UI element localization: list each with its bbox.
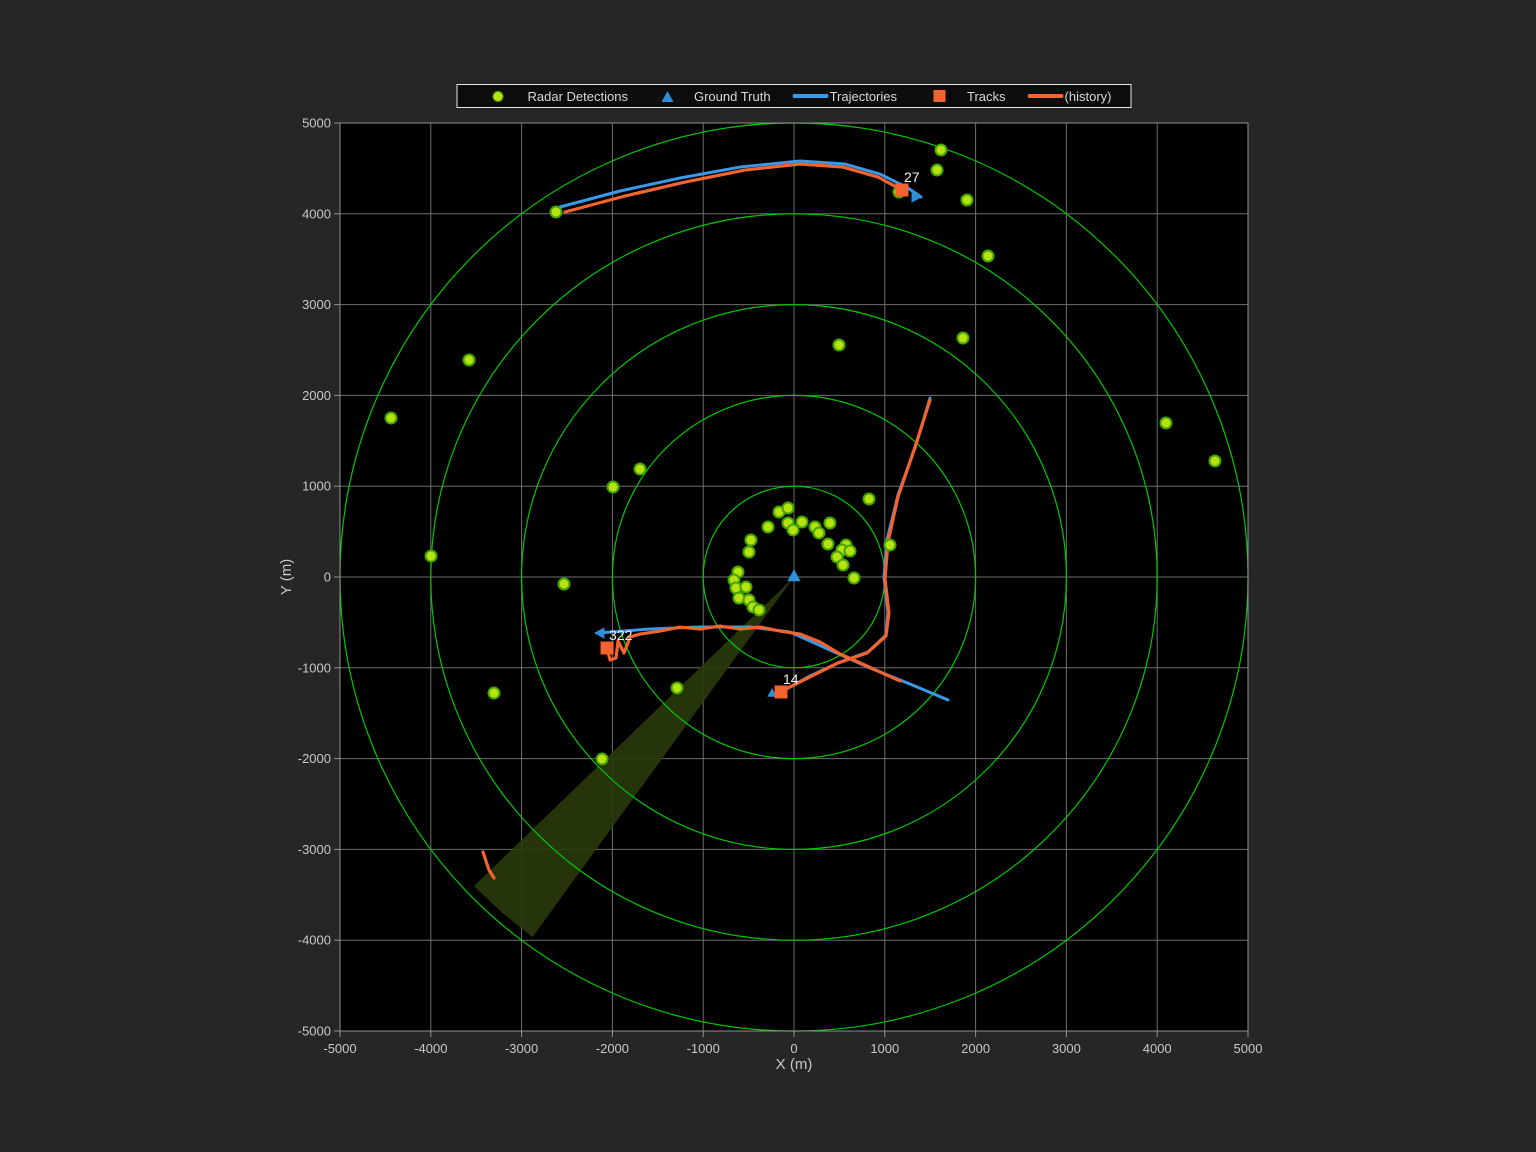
detection-marker: [824, 517, 835, 528]
x-tick-label: -4000: [414, 1041, 447, 1056]
detection-marker: [743, 547, 754, 558]
legend-item-ground-truth: Ground Truth: [639, 89, 782, 104]
legend-label: Ground Truth: [694, 89, 771, 104]
y-tick-label: 2000: [302, 388, 331, 403]
detection-marker: [983, 251, 994, 262]
x-tick-label: -1000: [687, 1041, 720, 1056]
detection-marker: [608, 482, 619, 493]
y-tick-label: -4000: [298, 933, 331, 948]
detection-marker: [932, 165, 943, 176]
y-axis-label: Y (m): [278, 559, 295, 595]
detection-marker: [559, 578, 570, 589]
x-axis-label: X (m): [776, 1056, 813, 1073]
detection-marker: [597, 753, 608, 764]
detection-marker: [849, 572, 860, 583]
legend-item-history: (history): [1017, 89, 1123, 104]
x-tick-label: 5000: [1234, 1041, 1263, 1056]
detection-marker: [763, 521, 774, 532]
legend: Radar Detections Ground Truth Trajectori…: [457, 84, 1132, 108]
y-tick-label: 5000: [302, 116, 331, 131]
x-tick-label: -3000: [505, 1041, 538, 1056]
x-tick-label: -2000: [596, 1041, 629, 1056]
detection-marker: [796, 516, 807, 527]
detection-marker: [1161, 418, 1172, 429]
detection-marker: [838, 560, 849, 571]
detection-marker: [834, 340, 845, 351]
y-tick-label: 1000: [302, 479, 331, 494]
x-tick-label: 0: [790, 1041, 797, 1056]
detection-marker: [884, 540, 895, 551]
x-tick-label: 4000: [1143, 1041, 1172, 1056]
detection-marker: [672, 682, 683, 693]
track-id-label: 27: [904, 169, 920, 185]
detection-marker: [864, 494, 875, 505]
legend-label: Radar Detections: [528, 89, 628, 104]
y-tick-label: -1000: [298, 660, 331, 675]
y-tick-label: -2000: [298, 751, 331, 766]
detection-marker: [788, 524, 799, 535]
history-line-icon: [1028, 94, 1064, 98]
detection-marker: [845, 546, 856, 557]
x-tick-label: 1000: [870, 1041, 899, 1056]
track-id-label: 14: [783, 671, 799, 687]
track-square: [775, 685, 788, 698]
detection-marker: [745, 535, 756, 546]
legend-item-tracks: Tracks: [908, 89, 1017, 104]
detection-marker: [783, 502, 794, 513]
radar-plot: 27 322 14 -5000 -4000 -3000 -2000 -1000 0 1000 20…: [0, 0, 1536, 1152]
legend-label: Tracks: [967, 89, 1006, 104]
x-tick-label: -5000: [323, 1041, 356, 1056]
ground-truth-triangle-icon: [662, 91, 674, 102]
detection-marker: [488, 688, 499, 699]
detection-marker: [754, 604, 765, 615]
detection-dot-icon: [493, 91, 504, 102]
track-square-icon: [933, 90, 945, 102]
detection-marker: [957, 333, 968, 344]
detection-marker: [936, 144, 947, 155]
y-tick-label: -5000: [298, 1024, 331, 1039]
track-square: [601, 642, 614, 655]
legend-label: (history): [1065, 89, 1112, 104]
trajectory-line-icon: [793, 94, 829, 98]
y-tick-label: 0: [324, 570, 331, 585]
legend-item-radar-detections: Radar Detections: [466, 89, 639, 104]
track-id-label: 322: [609, 627, 633, 643]
y-tick-label: 4000: [302, 206, 331, 221]
legend-label: Trajectories: [830, 89, 897, 104]
legend-item-trajectories: Trajectories: [782, 89, 908, 104]
detection-marker: [635, 464, 646, 475]
detection-marker: [464, 354, 475, 365]
x-tick-label: 2000: [961, 1041, 990, 1056]
detection-marker: [551, 206, 562, 217]
detection-marker: [740, 581, 751, 592]
detection-marker: [961, 194, 972, 205]
y-tick-label: -3000: [298, 842, 331, 857]
detection-marker: [822, 539, 833, 550]
y-tick-label: 3000: [302, 297, 331, 312]
detection-marker: [426, 551, 437, 562]
matlab-figure: 27 322 14 -5000 -4000 -3000 -2000 -1000 0 1000 20…: [0, 0, 1536, 1152]
detection-marker: [386, 413, 397, 424]
track-square: [895, 184, 908, 197]
x-tick-label: 3000: [1052, 1041, 1081, 1056]
detection-marker: [813, 527, 824, 538]
detection-marker: [1209, 455, 1220, 466]
